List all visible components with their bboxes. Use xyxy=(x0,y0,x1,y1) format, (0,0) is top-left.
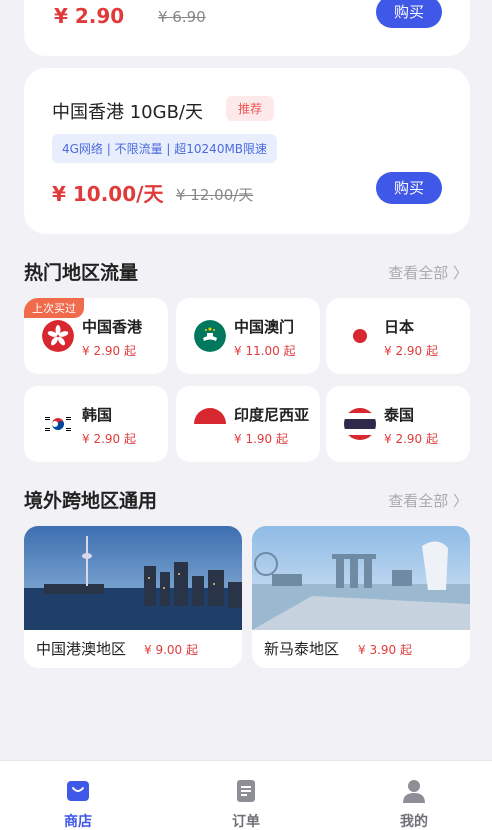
region-card-hk-macau[interactable]: 中国港澳地区 ¥ 9.00 起 xyxy=(24,526,242,668)
tab-label: 订单 xyxy=(232,814,260,830)
order-icon xyxy=(234,779,258,803)
buy-button[interactable]: 购买 xyxy=(376,0,442,28)
region-card-sg-my-th[interactable]: 新马泰地区 ¥ 3.90 起 xyxy=(252,526,470,668)
region-price: ¥ 2.90 起 xyxy=(384,344,438,358)
tab-label: 我的 xyxy=(400,814,428,830)
plan-card-hongkong[interactable]: 中国香港 10GB/天 推荐 4G网络 | 不限流量 | 超10240MB限速 … xyxy=(24,68,470,234)
japan-flag-icon xyxy=(344,320,376,352)
buy-button[interactable]: 购买 xyxy=(376,172,442,204)
tab-orders[interactable]: 订单 xyxy=(196,761,296,830)
region-tile-hongkong[interactable]: 上次买过 中国香港 ¥ 2.90 起 xyxy=(24,298,168,374)
region-name: 日本 xyxy=(384,318,415,336)
region-tile-japan[interactable]: 日本 ¥ 2.90 起 xyxy=(326,298,470,374)
plan-old-price: ¥ 6.90 xyxy=(158,8,206,26)
region-price: ¥ 1.90 起 xyxy=(234,432,288,446)
korea-flag-icon xyxy=(42,408,74,440)
tab-shop[interactable]: 商店 xyxy=(28,761,128,830)
hong-kong-flag-icon xyxy=(42,320,74,352)
recommend-badge: 推荐 xyxy=(226,96,275,121)
shop-icon xyxy=(66,779,90,803)
region-price: ¥ 2.90 起 xyxy=(82,344,136,358)
region-price: ¥ 2.90 起 xyxy=(82,432,136,446)
plan-price: ¥ 10.00/天 xyxy=(52,182,164,206)
region-tile-korea[interactable]: 韩国 ¥ 2.90 起 xyxy=(24,386,168,462)
section-title-cross: 境外跨地区通用 xyxy=(24,490,158,512)
bottom-tab-bar: 商店 订单 我的 xyxy=(0,760,492,830)
tab-label: 商店 xyxy=(64,814,92,830)
region-name: 泰国 xyxy=(384,406,415,424)
plan-price: ¥ 2.90 xyxy=(54,4,125,28)
hk-macau-cityscape-image xyxy=(24,526,242,630)
see-all-popular-link[interactable]: 查看全部 〉 xyxy=(388,262,468,283)
indonesia-flag-icon xyxy=(194,408,226,440)
region-price: ¥ 3.90 起 xyxy=(358,643,412,657)
plan-title: 中国香港 10GB/天 xyxy=(52,102,203,123)
region-tile-macau[interactable]: 中国澳门 ¥ 11.00 起 xyxy=(176,298,320,374)
region-name: 韩国 xyxy=(82,406,113,424)
singapore-cityscape-image xyxy=(252,526,470,630)
region-name: 中国港澳地区 xyxy=(36,640,127,658)
macau-flag-icon xyxy=(194,320,226,352)
region-name: 新马泰地区 xyxy=(264,640,340,658)
profile-icon xyxy=(402,779,426,803)
plan-features: 4G网络 | 不限流量 | 超10240MB限速 xyxy=(52,134,278,163)
thailand-flag-icon xyxy=(344,408,376,440)
region-name: 中国澳门 xyxy=(234,318,295,336)
region-price: ¥ 9.00 起 xyxy=(144,643,198,657)
region-tile-thailand[interactable]: 泰国 ¥ 2.90 起 xyxy=(326,386,470,462)
plan-card-top: ¥ 2.90 ¥ 6.90 购买 xyxy=(24,0,470,56)
region-name: 中国香港 xyxy=(82,318,143,336)
region-tile-indonesia[interactable]: 印度尼西亚 ¥ 1.90 起 xyxy=(176,386,320,462)
see-all-cross-link[interactable]: 查看全部 〉 xyxy=(388,490,468,511)
region-name: 印度尼西亚 xyxy=(234,406,310,424)
section-title-popular: 热门地区流量 xyxy=(24,262,139,284)
tab-profile[interactable]: 我的 xyxy=(364,761,464,830)
region-price: ¥ 2.90 起 xyxy=(384,432,438,446)
last-bought-badge: 上次买过 xyxy=(24,298,84,318)
plan-old-price: ¥ 12.00/天 xyxy=(176,186,254,204)
region-price: ¥ 11.00 起 xyxy=(234,344,296,358)
